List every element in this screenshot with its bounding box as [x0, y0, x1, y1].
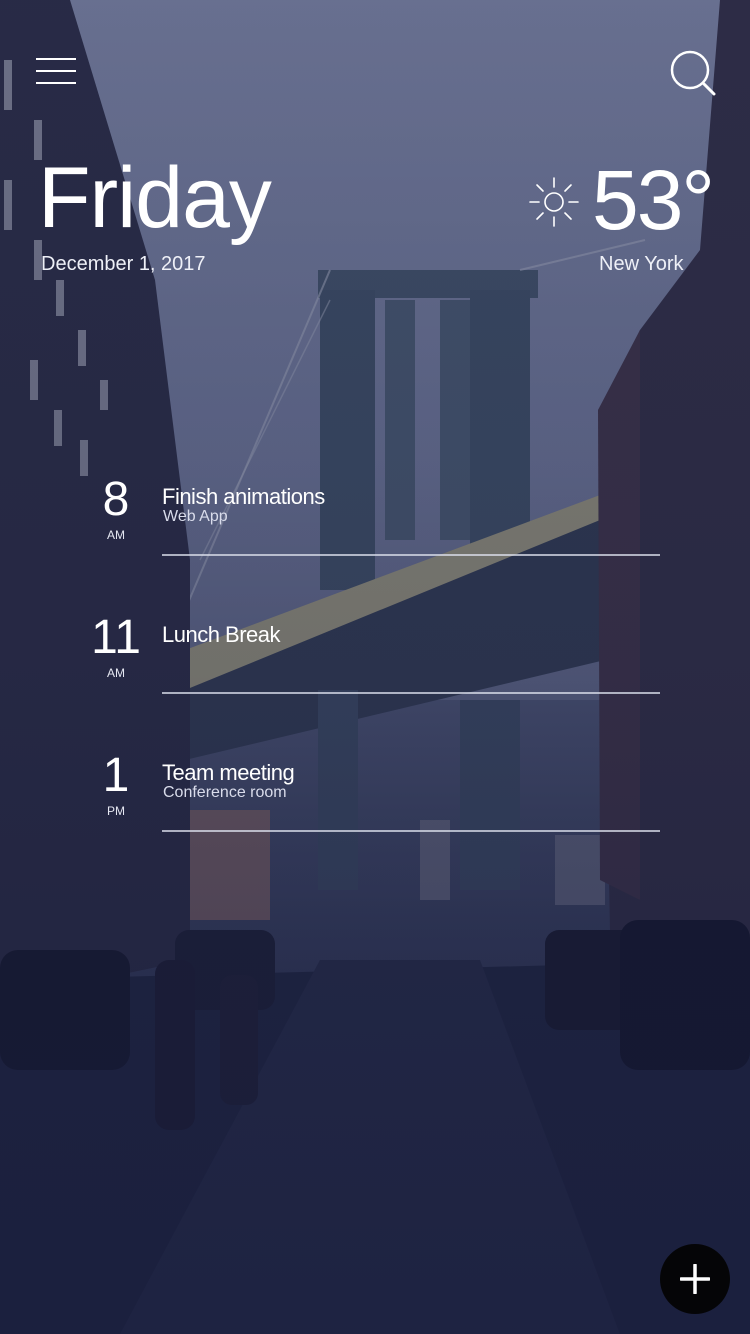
hamburger-menu-icon-bar: [36, 82, 76, 84]
event-hour: 8: [102, 473, 130, 526]
event-title: Lunch Break: [162, 622, 281, 647]
search-icon[interactable]: [668, 48, 716, 96]
menu-button[interactable]: [36, 58, 76, 86]
schedule-item[interactable]: 1 PM Team meeting Conference room: [0, 752, 750, 848]
day-of-week: Friday: [38, 150, 272, 246]
app-screen: Friday December 1, 2017 53° New York 8 A…: [0, 0, 750, 1334]
event-divider: [162, 692, 660, 694]
event-divider: [162, 830, 660, 832]
temperature: 53°: [592, 153, 715, 247]
event-hour: 1: [102, 749, 130, 802]
schedule-item[interactable]: 8 AM Finish animations Web App: [0, 476, 750, 572]
event-divider: [162, 554, 660, 556]
sun-icon: [529, 177, 579, 227]
event-subtitle: Conference room: [163, 784, 287, 801]
event-title: Finish animations: [162, 484, 325, 509]
hamburger-menu-icon-bar: [36, 70, 76, 72]
event-period: PM: [107, 804, 125, 818]
event-hour: 11: [91, 611, 141, 664]
event-period: AM: [107, 528, 125, 542]
plus-icon: [680, 1264, 710, 1294]
event-title: Team meeting: [162, 760, 295, 785]
event-period: AM: [107, 666, 125, 680]
event-subtitle: Web App: [163, 508, 228, 525]
full-date: December 1, 2017: [41, 253, 206, 275]
city-name: New York: [599, 253, 684, 275]
schedule-item[interactable]: 11 AM Lunch Break: [0, 614, 750, 710]
add-event-button[interactable]: [660, 1244, 730, 1314]
hamburger-menu-icon: [36, 58, 76, 60]
